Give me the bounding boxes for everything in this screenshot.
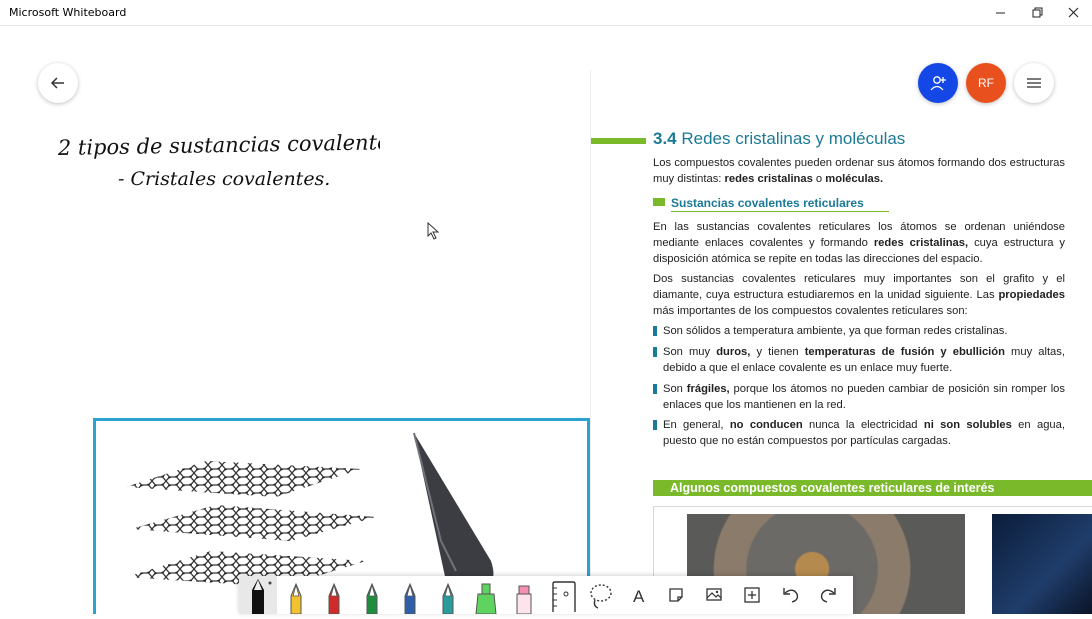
bullet-marker [653,420,657,430]
minimize-icon [996,12,1005,14]
bullet-marker [653,347,657,357]
red-pen-icon [328,582,340,615]
restore-icon [1032,7,1043,18]
dark-material-photo [992,514,1092,614]
svg-text:A: A [633,587,645,606]
invite-button[interactable] [918,63,958,103]
bullet-item: Son sólidos a temperatura ambiente, ya q… [653,323,1065,339]
paragraph-1: En las sustancias covalentes reticulares… [653,221,1066,265]
paragraph-2: Dos sustancias covalentes reticulares mu… [653,273,1065,317]
menu-button[interactable] [1014,63,1054,103]
mouse-cursor-icon [427,222,440,240]
undo-tool[interactable] [771,576,809,614]
green-pen-tool[interactable] [353,576,391,615]
subheading-marker [653,198,665,206]
bullet-marker [653,384,657,394]
close-icon [1068,7,1079,18]
user-avatar[interactable]: RF [966,63,1006,103]
add-person-icon [930,76,946,91]
hamburger-icon [1027,78,1041,88]
ruler-icon [552,581,576,612]
pink-highlighter-tool[interactable] [505,576,543,615]
green-highlighter-tool[interactable] [467,576,505,615]
title-bar: Microsoft Whiteboard [0,0,1092,26]
pink-highlighter-icon [516,585,532,615]
text-tool[interactable]: A [619,576,657,614]
black-pen-tool[interactable] [239,576,277,614]
app-title: Microsoft Whiteboard [9,6,127,19]
red-pen-tool[interactable] [315,576,353,615]
graphite-layer [126,461,361,497]
image-icon [706,588,722,601]
bullet-marker [653,326,657,336]
intro-paragraph: Los compuestos covalentes pueden ordenar… [653,157,1065,185]
examples-banner: Algunos compuestos covalentes reticulare… [653,480,1092,496]
avatar-initials: RF [978,76,994,90]
green-highlighter-icon [475,583,497,615]
minimize-button[interactable] [982,0,1018,26]
sticky-note-icon [669,588,683,602]
bullet-item: Son muy duros, y tienen temperaturas de … [653,344,1065,376]
black-pen-icon [252,579,272,614]
ink-note-line-1: 2 tipos de sustancias covalentes: [57,130,380,160]
ink-notes[interactable]: 2 tipos de sustancias covalentes: - Cris… [50,125,380,200]
blue-pen-tool[interactable] [391,576,429,615]
teal-pen-icon [442,582,454,615]
yellow-pen-icon [290,582,302,615]
back-button[interactable] [38,63,78,103]
insert-tool[interactable] [733,576,771,614]
section-heading: 3.4 Redes cristalinas y moléculas [653,129,906,148]
plus-box-icon [744,587,760,603]
redo-icon [820,588,836,603]
image-tool[interactable] [695,576,733,614]
blue-pen-icon [404,582,416,615]
ink-note-line-2: - Cristales covalentes. [118,168,330,190]
redo-tool[interactable] [809,576,847,614]
green-pen-icon [366,582,378,615]
lasso-icon [590,584,612,609]
bullet-item: Son frágiles, porque los átomos no puede… [653,381,1065,413]
ruler-tool[interactable] [543,576,581,614]
teal-pen-tool[interactable] [429,576,467,615]
yellow-pen-tool[interactable] [277,576,315,615]
subheading: Sustancias covalentes reticulares [653,196,889,212]
textbook-page[interactable]: 3.4 Redes cristalinas y moléculas Los co… [591,120,1092,614]
arrow-left-icon [50,77,64,89]
graphite-layer [131,505,376,541]
subheading-underline [671,211,889,212]
section-accent-bar [591,138,646,144]
drawing-toolbar: A [239,576,853,615]
text-icon: A [633,587,645,606]
bullet-item: En general, no conducen nunca la electri… [653,417,1065,449]
lasso-tool[interactable] [581,576,619,614]
close-button[interactable] [1055,0,1091,26]
sticky-note-tool[interactable] [657,576,695,614]
undo-icon [783,588,799,603]
restore-button[interactable] [1019,0,1055,26]
